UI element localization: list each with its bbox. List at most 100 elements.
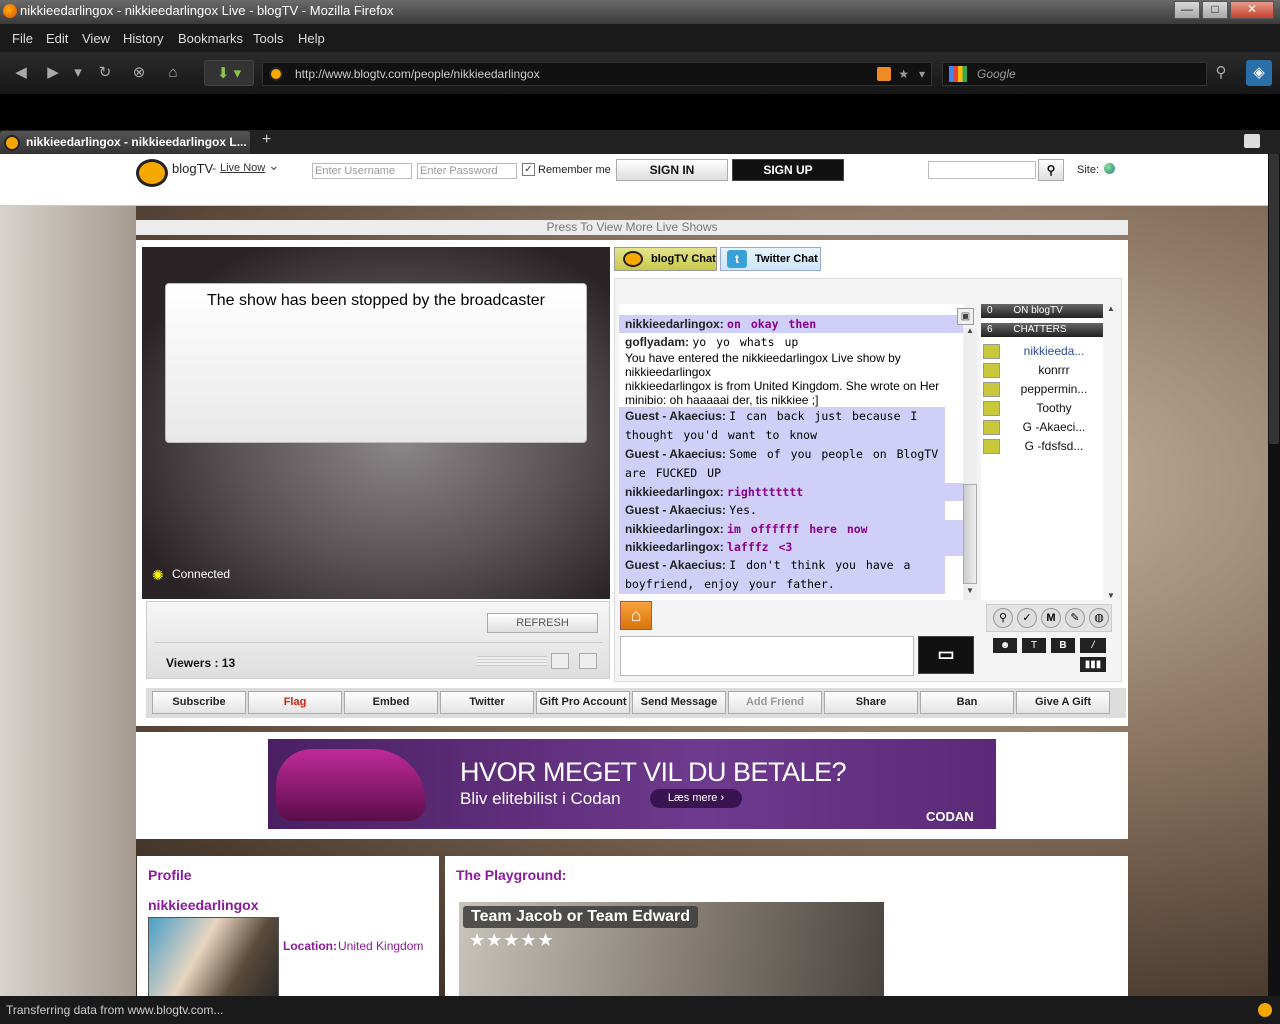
profile-name[interactable]: nikkieedarlingox: [148, 897, 258, 913]
chat-scrollbar[interactable]: ▲ ▼: [963, 326, 977, 600]
emoticon-icon[interactable]: ☻: [993, 638, 1017, 653]
mute-icon[interactable]: M: [1041, 608, 1061, 628]
chat-nick[interactable]: Guest - Akaecius:: [625, 409, 726, 423]
chatter-item[interactable]: peppermin...: [981, 380, 1103, 399]
save-chat-icon[interactable]: ▣: [957, 308, 974, 325]
gift-pro-account-button[interactable]: Gift Pro Account: [536, 691, 630, 714]
ad-banner[interactable]: HVOR MEGET VIL DU BETALE? Bliv elitebili…: [268, 739, 996, 829]
on-blogtv-header[interactable]: 0 ON blogTV: [981, 304, 1103, 318]
chat-nick[interactable]: nikkieedarlingox:: [625, 485, 724, 499]
google-engine-icon[interactable]: [949, 66, 967, 82]
text-format-icon[interactable]: T: [1022, 638, 1046, 653]
page-scrollbar[interactable]: [1268, 154, 1280, 996]
sound-icon[interactable]: [579, 653, 597, 669]
twitter-button[interactable]: Twitter: [440, 691, 534, 714]
username-input[interactable]: Enter Username: [312, 163, 412, 179]
back-icon[interactable]: ◀: [8, 60, 34, 86]
blogtv-logo-icon[interactable]: [136, 159, 168, 187]
chatters-header[interactable]: 6 CHATTERS: [981, 323, 1103, 337]
menu-file[interactable]: File: [12, 31, 33, 46]
url-dropdown-icon[interactable]: ▾: [919, 63, 925, 85]
live-now-link[interactable]: Live Now: [220, 162, 265, 174]
press-more-shows-bar[interactable]: Press To View More Live Shows: [136, 220, 1128, 235]
password-input[interactable]: Enter Password: [417, 163, 517, 179]
site-search-input[interactable]: [928, 161, 1036, 179]
tab-list-icon[interactable]: [1244, 134, 1260, 148]
globe-icon[interactable]: [1104, 163, 1115, 174]
ad-cta-button[interactable]: Læs mere ›: [650, 789, 742, 808]
tab-twitter-chat[interactable]: t Twitter Chat: [720, 247, 821, 271]
profile-avatar[interactable]: [148, 917, 279, 997]
menu-tools[interactable]: Tools: [253, 31, 283, 46]
chat-scroll-down-icon[interactable]: ▼: [963, 586, 977, 598]
chatter-item[interactable]: G -Akaeci...: [981, 418, 1103, 437]
minimize-button[interactable]: —: [1174, 1, 1200, 19]
chatter-item[interactable]: konrrr: [981, 361, 1103, 380]
chevron-down-icon[interactable]: ⌄: [268, 157, 280, 174]
bold-icon[interactable]: B: [1051, 638, 1075, 653]
chat-nick[interactable]: Guest - Akaecius:: [625, 558, 726, 572]
chat-scroll-up-icon[interactable]: ▲: [963, 326, 977, 338]
rss-icon[interactable]: [877, 67, 891, 81]
download-icon[interactable]: ⬇ ▾: [204, 60, 254, 86]
share-button[interactable]: Share: [824, 691, 918, 714]
chatter-item[interactable]: nikkieeda...: [981, 342, 1103, 361]
chat-nick[interactable]: Guest - Akaecius:: [625, 503, 726, 517]
menu-history[interactable]: History: [123, 31, 163, 46]
home-chat-icon[interactable]: ⌂: [620, 601, 652, 630]
chat-scroll-thumb[interactable]: [963, 484, 977, 584]
sign-up-button[interactable]: SIGN UP: [732, 159, 844, 181]
chat-nick[interactable]: goflyadam:: [625, 335, 689, 349]
chat-message-input[interactable]: [620, 636, 914, 676]
url-bar[interactable]: http://www.blogtv.com/people/nikkieedarl…: [262, 62, 932, 86]
menu-edit[interactable]: Edit: [46, 31, 68, 46]
status-addon-icon[interactable]: [1258, 1003, 1272, 1017]
globe-chat-icon[interactable]: ◍: [1089, 608, 1109, 628]
reload-icon[interactable]: ↻: [92, 60, 118, 86]
send-message-button[interactable]: Send Message: [632, 691, 726, 714]
signal-icon[interactable]: ▮▮▮: [1080, 657, 1106, 672]
maximize-button[interactable]: □: [1202, 1, 1228, 19]
flag-button[interactable]: Flag: [248, 691, 342, 714]
chatter-item[interactable]: G -fdsfsd...: [981, 437, 1103, 456]
chat-nick[interactable]: Guest - Akaecius:: [625, 447, 726, 461]
chat-nick[interactable]: nikkieedarlingox:: [625, 522, 724, 536]
zoom-icon[interactable]: ⚲: [993, 608, 1013, 628]
stop-icon[interactable]: ⊗: [126, 60, 152, 86]
tab-blogtv-chat[interactable]: blogTV Chat: [614, 247, 717, 271]
volume-slider[interactable]: [477, 656, 547, 666]
menu-view[interactable]: View: [82, 31, 110, 46]
sign-in-button[interactable]: SIGN IN: [616, 159, 728, 181]
new-tab-button[interactable]: +: [262, 131, 271, 149]
users-scroll-up-icon[interactable]: ▲: [1105, 304, 1117, 313]
chatter-item[interactable]: Toothy: [981, 399, 1103, 418]
close-button[interactable]: ✕: [1230, 1, 1274, 19]
ban-button[interactable]: Ban: [920, 691, 1014, 714]
subscribe-button[interactable]: Subscribe: [152, 691, 246, 714]
chat-nick[interactable]: nikkieedarlingox:: [625, 540, 724, 554]
add-friend-button[interactable]: Add Friend: [728, 691, 822, 714]
italic-icon[interactable]: /: [1080, 638, 1106, 653]
pencil-icon[interactable]: ✎: [1065, 608, 1085, 628]
scrollbar-thumb[interactable]: [1269, 154, 1279, 444]
send-chat-icon[interactable]: ▭: [918, 636, 974, 674]
rating-stars-icon[interactable]: ★★★★★: [469, 930, 555, 951]
remember-checkbox[interactable]: ✓: [522, 163, 535, 176]
fullscreen-icon[interactable]: [551, 653, 569, 669]
site-search-icon[interactable]: ⚲: [1038, 159, 1064, 181]
menu-help[interactable]: Help: [298, 31, 325, 46]
refresh-button[interactable]: REFRESH: [487, 613, 598, 633]
forward-icon[interactable]: ▶: [40, 60, 66, 86]
check-icon[interactable]: ✓: [1017, 608, 1037, 628]
search-go-icon[interactable]: ⚲: [1208, 60, 1234, 86]
users-scroll-down-icon[interactable]: ▼: [1105, 591, 1117, 600]
embed-button[interactable]: Embed: [344, 691, 438, 714]
give-a-gift-button[interactable]: Give A Gift: [1016, 691, 1110, 714]
home-icon[interactable]: ⌂: [160, 60, 186, 86]
chat-nick[interactable]: nikkieedarlingox:: [625, 317, 724, 331]
search-input[interactable]: Google: [942, 62, 1207, 86]
history-dropdown-icon[interactable]: ▾: [70, 60, 86, 86]
bookmark-star-icon[interactable]: ★: [898, 63, 909, 85]
menu-bookmarks[interactable]: Bookmarks: [178, 31, 243, 46]
users-scrollbar[interactable]: ▲ ▼: [1105, 304, 1117, 600]
